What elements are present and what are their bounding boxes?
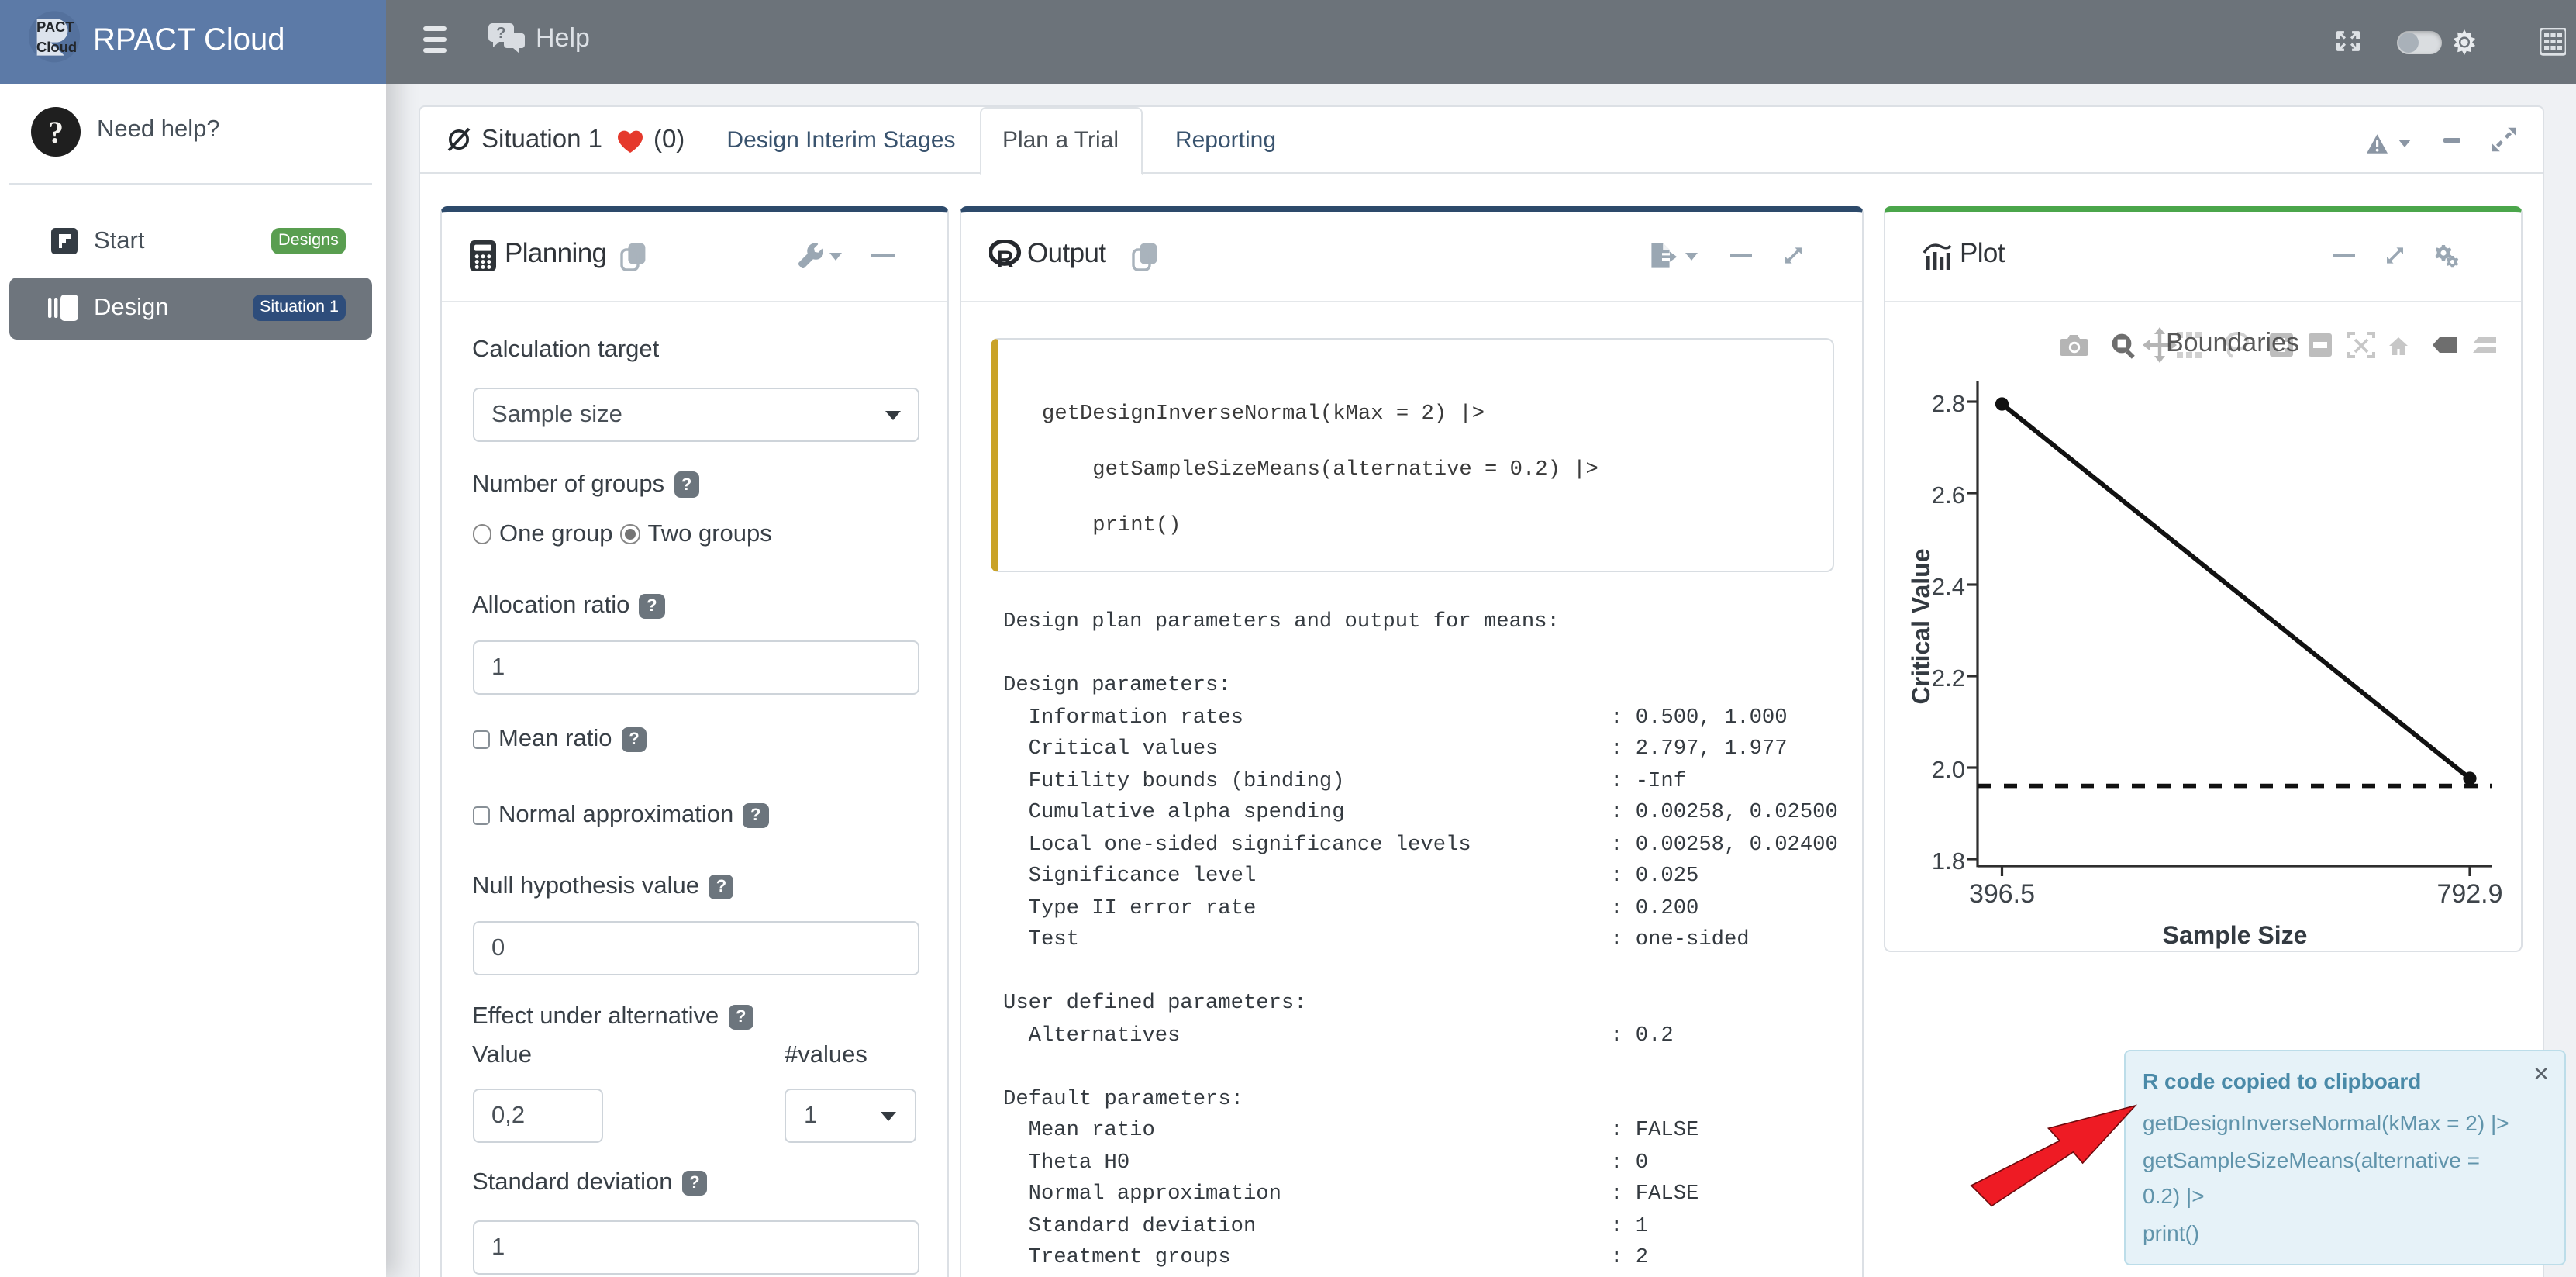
svg-text:792.9: 792.9 bbox=[2436, 878, 2502, 908]
svg-text:1.8: 1.8 bbox=[1932, 847, 1965, 874]
svg-text:Critical Value: Critical Value bbox=[1907, 548, 1935, 704]
svg-text:2.6: 2.6 bbox=[1932, 481, 1965, 508]
svg-text:R: R bbox=[995, 245, 1012, 270]
svg-text:2.4: 2.4 bbox=[1932, 572, 1965, 599]
svg-text:2.0: 2.0 bbox=[1932, 755, 1965, 782]
svg-text:?: ? bbox=[47, 114, 63, 149]
svg-text:396.5: 396.5 bbox=[1969, 878, 2035, 908]
svg-text:PACT: PACT bbox=[36, 18, 74, 34]
svg-text:2.8: 2.8 bbox=[1932, 389, 1965, 416]
svg-text:2.2: 2.2 bbox=[1932, 664, 1965, 691]
svg-text:Boundaries: Boundaries bbox=[2166, 327, 2299, 357]
svg-text:Sample Size: Sample Size bbox=[2163, 920, 2308, 948]
svg-text:Cloud: Cloud bbox=[36, 38, 77, 54]
